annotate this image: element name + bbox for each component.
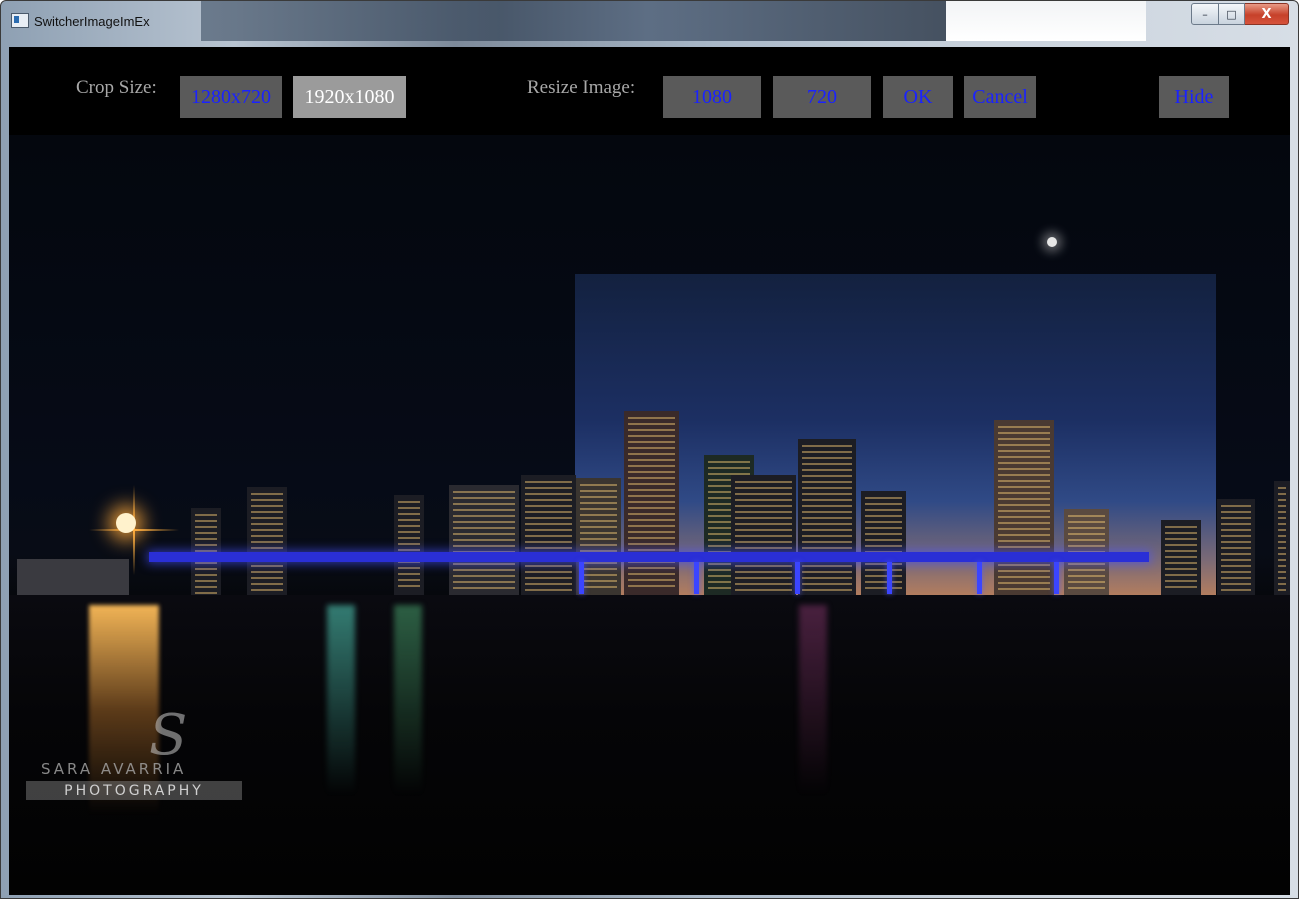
bridge-pillar [977, 562, 982, 594]
bridge-pillar [1054, 562, 1059, 594]
light-reflection [799, 605, 827, 795]
bridge [149, 552, 1149, 562]
light-flare-core [116, 513, 136, 533]
image-canvas[interactable]: S SARA AVARRIA PHOTOGRAPHY [9, 135, 1290, 895]
maximize-icon: □ [1226, 7, 1237, 21]
app-window: SwitcherImageImEx – □ X Crop Size: 1280x… [0, 0, 1299, 899]
crop-1280x720-button[interactable]: 1280x720 [180, 76, 282, 118]
bridge-pillar [887, 562, 892, 594]
building [624, 411, 679, 595]
title-bar[interactable]: SwitcherImageImEx – □ X [1, 1, 1298, 47]
window-title: SwitcherImageImEx [34, 14, 150, 29]
resize-image-label: Resize Image: [527, 77, 636, 98]
maximize-button[interactable]: □ [1219, 3, 1245, 25]
app-icon[interactable] [11, 13, 29, 28]
light-reflection [394, 605, 422, 795]
building [1217, 499, 1255, 595]
hide-button[interactable]: Hide [1159, 76, 1229, 118]
minimize-button[interactable]: – [1191, 3, 1219, 25]
caption-buttons: – □ X [1191, 3, 1289, 25]
building [798, 439, 856, 595]
watermark-subtitle: PHOTOGRAPHY [26, 781, 242, 800]
watermark-logo: S [149, 703, 188, 768]
building [521, 475, 576, 595]
building [247, 487, 287, 597]
building [1274, 481, 1290, 595]
building [449, 485, 519, 595]
watermark-name: SARA AVARRIA [41, 760, 187, 778]
cancel-button[interactable]: Cancel [964, 76, 1036, 118]
client-area: Crop Size: 1280x720 1920x1080 Resize Ima… [9, 47, 1290, 895]
minimize-icon: – [1202, 7, 1208, 21]
crop-1920x1080-button[interactable]: 1920x1080 [293, 76, 406, 118]
title-bar-highlight [946, 1, 1146, 41]
light-reflection [327, 605, 355, 795]
bridge-pillar [694, 562, 699, 594]
building [731, 475, 796, 595]
building [861, 491, 906, 595]
toolbar: Crop Size: 1280x720 1920x1080 Resize Ima… [9, 47, 1288, 135]
moon [1047, 237, 1057, 247]
water [9, 595, 1290, 895]
bridge-pillar [579, 562, 584, 594]
resize-1080-button[interactable]: 1080 [663, 76, 761, 118]
building [1161, 520, 1201, 595]
building [394, 495, 424, 595]
title-bar-background [201, 1, 946, 41]
resize-720-button[interactable]: 720 [773, 76, 871, 118]
building [994, 420, 1054, 595]
ok-button[interactable]: OK [883, 76, 953, 118]
close-icon: X [1261, 6, 1272, 22]
bridge-pillar [795, 562, 800, 594]
crop-size-label: Crop Size: [76, 77, 157, 98]
close-button[interactable]: X [1245, 3, 1289, 25]
